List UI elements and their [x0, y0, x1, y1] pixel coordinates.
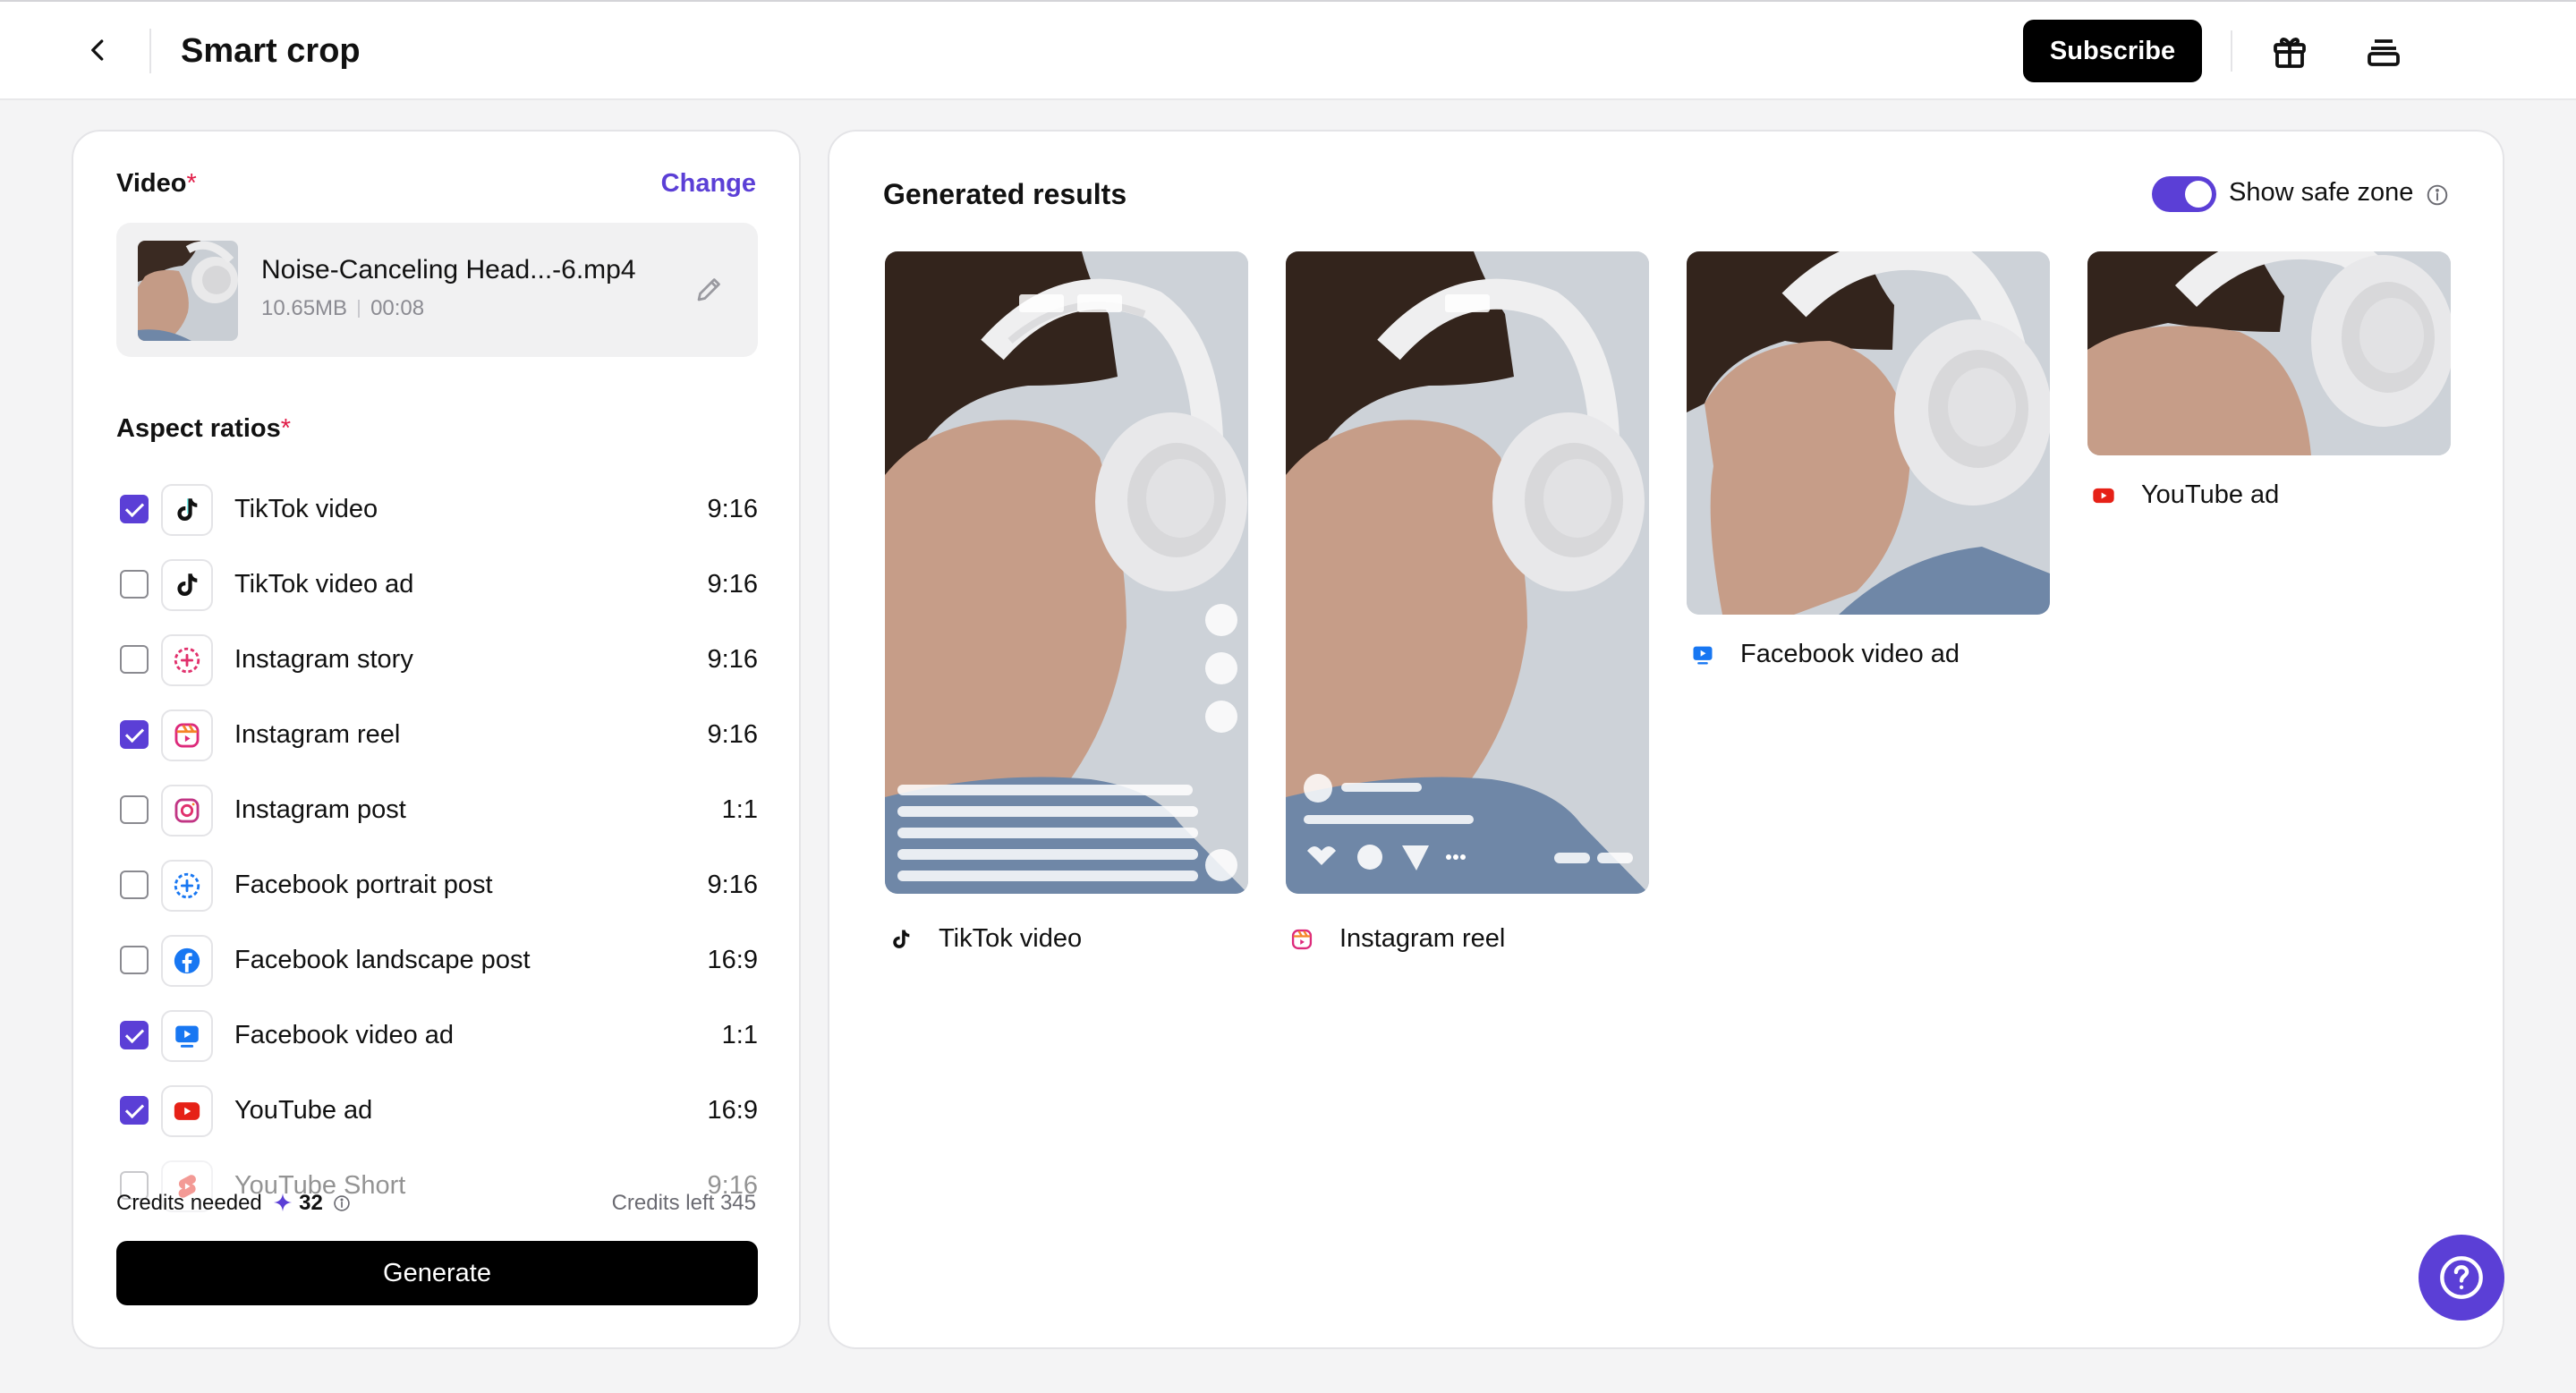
aspect-option-facebook-video-ad[interactable]: Facebook video ad 1:1	[116, 998, 758, 1073]
results-title: Generated results	[883, 178, 1127, 210]
gift-icon	[2274, 38, 2306, 68]
tiktok-icon	[161, 559, 213, 611]
checkbox[interactable]	[120, 1021, 149, 1049]
facebook-video-icon	[161, 1010, 213, 1062]
result-caption: YouTube ad	[2087, 480, 2279, 510]
layers-button[interactable]	[2362, 30, 2405, 73]
checkbox[interactable]	[120, 1096, 149, 1125]
checkbox[interactable]	[120, 720, 149, 749]
credits-needed: Credits needed 32	[116, 1191, 351, 1216]
aspect-option-tiktok-video[interactable]: TikTok video 9:16	[116, 471, 758, 547]
result-card-facebook-video-ad[interactable]: Facebook video ad	[1687, 251, 2050, 681]
sparkle-icon	[274, 1193, 293, 1212]
top-bar: Smart crop Subscribe	[0, 0, 2576, 100]
aspect-option-facebook-portrait-post[interactable]: Facebook portrait post 9:16	[116, 847, 758, 922]
result-card-instagram-reel[interactable]: Instagram reel	[1286, 251, 1649, 967]
aspect-option-name: TikTok video	[234, 495, 378, 523]
instagram-reel-icon	[1289, 927, 1314, 952]
help-button[interactable]	[2419, 1235, 2504, 1321]
aspect-option-name: Instagram reel	[234, 720, 401, 749]
facebook-story-icon	[161, 860, 213, 912]
aspect-ratios-label: Aspect ratios*	[116, 414, 292, 443]
aspect-option-instagram-story[interactable]: Instagram story 9:16	[116, 622, 758, 697]
aspect-option-ratio: 16:9	[707, 946, 758, 974]
video-file-card: Noise-Canceling Head...-6.mp4 10.65MB 00:…	[116, 223, 758, 357]
video-file-meta: 10.65MB 00:08	[261, 296, 424, 321]
aspect-option-name: Instagram story	[234, 645, 413, 674]
video-file-name: Noise-Canceling Head...-6.mp4	[261, 255, 636, 285]
safe-zone-label: Show safe zone	[2229, 178, 2414, 207]
aspect-option-ratio: 16:9	[707, 1096, 758, 1125]
rename-button[interactable]	[693, 273, 726, 305]
info-icon[interactable]	[333, 1194, 351, 1212]
aspect-option-name: Instagram post	[234, 795, 406, 824]
subscribe-button[interactable]: Subscribe	[2023, 20, 2202, 82]
youtube-icon	[2091, 483, 2116, 508]
result-preview[interactable]	[885, 251, 1248, 894]
header-divider	[2231, 30, 2232, 72]
settings-panel: Video* Change Noise-Canceling Head...-6.…	[72, 130, 801, 1349]
aspect-option-name: TikTok video ad	[234, 570, 414, 599]
chevron-left-icon	[91, 39, 104, 61]
safe-zone-toggle[interactable]	[2152, 176, 2216, 212]
aspect-option-ratio: 1:1	[721, 795, 758, 824]
aspect-option-name: Facebook landscape post	[234, 946, 531, 974]
checkbox[interactable]	[120, 570, 149, 599]
facebook-video-icon	[1690, 642, 1715, 667]
aspect-option-ratio: 9:16	[707, 645, 758, 674]
result-preview[interactable]	[1687, 251, 2050, 615]
checkbox[interactable]	[120, 495, 149, 523]
header-divider	[149, 29, 151, 73]
aspect-option-name: Facebook portrait post	[234, 871, 493, 899]
result-preview[interactable]	[2087, 251, 2451, 455]
gift-button[interactable]	[2268, 30, 2311, 73]
aspect-option-ratio: 1:1	[721, 1021, 758, 1049]
question-icon	[2440, 1256, 2483, 1299]
credits-left: Credits left 345	[611, 1191, 756, 1215]
aspect-ratio-list: TikTok video 9:16 TikTok video ad 9:16 I…	[116, 471, 758, 1311]
aspect-option-name: YouTube ad	[234, 1096, 373, 1125]
video-label: Video*	[116, 169, 197, 198]
tiktok-icon	[161, 484, 213, 536]
aspect-option-ratio: 9:16	[707, 570, 758, 599]
checkbox[interactable]	[120, 795, 149, 824]
results-panel: Generated results Show safe zone TikTok …	[828, 130, 2504, 1349]
aspect-option-tiktok-video-ad[interactable]: TikTok video ad 9:16	[116, 547, 758, 622]
checkbox[interactable]	[120, 645, 149, 674]
video-thumbnail	[138, 241, 238, 341]
result-caption: Facebook video ad	[1687, 640, 1960, 669]
aspect-option-instagram-post[interactable]: Instagram post 1:1	[116, 772, 758, 847]
pencil-icon	[697, 278, 720, 302]
aspect-option-ratio: 9:16	[707, 720, 758, 749]
aspect-option-ratio: 9:16	[707, 871, 758, 899]
instagram-reel-icon	[161, 709, 213, 761]
stack-icon	[2368, 39, 2400, 66]
aspect-option-youtube-ad[interactable]: YouTube ad 16:9	[116, 1073, 758, 1148]
aspect-option-name: Facebook video ad	[234, 1021, 455, 1049]
checkbox[interactable]	[120, 871, 149, 899]
back-button[interactable]	[81, 32, 116, 68]
aspect-option-ratio: 9:16	[707, 495, 758, 523]
aspect-option-facebook-landscape-post[interactable]: Facebook landscape post 16:9	[116, 922, 758, 998]
result-card-youtube-ad[interactable]: YouTube ad	[2087, 251, 2451, 529]
youtube-icon	[161, 1085, 213, 1137]
result-caption: TikTok video	[885, 924, 1082, 954]
generate-button[interactable]: Generate	[116, 1241, 758, 1305]
page-title: Smart crop	[181, 32, 361, 70]
aspect-option-instagram-reel[interactable]: Instagram reel 9:16	[116, 697, 758, 772]
tiktok-icon	[888, 927, 914, 952]
result-caption: Instagram reel	[1286, 924, 1505, 954]
result-preview[interactable]	[1286, 251, 1649, 894]
facebook-icon	[161, 935, 213, 987]
checkbox[interactable]	[120, 946, 149, 974]
instagram-icon	[161, 785, 213, 837]
result-card-tiktok[interactable]: TikTok video	[885, 251, 1248, 967]
instagram-story-icon	[161, 634, 213, 686]
video-duration: 00:08	[370, 296, 425, 320]
info-icon[interactable]	[2426, 183, 2449, 207]
change-video-link[interactable]: Change	[661, 169, 756, 199]
video-file-size: 10.65MB	[261, 296, 348, 320]
